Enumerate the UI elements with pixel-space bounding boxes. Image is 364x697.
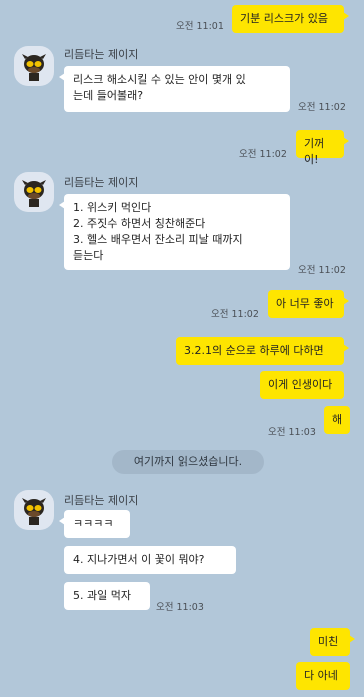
sender-avatar[interactable] bbox=[14, 490, 54, 530]
timestamp: 오전 11:02 bbox=[298, 102, 346, 113]
my-message-bubble[interactable]: 3.2.1의 순으로 하루에 다하면 bbox=[176, 337, 349, 365]
other-message-bubble[interactable]: 리스크 해소시킬 수 있는 안이 몇개 있 는데 들어볼래? bbox=[59, 66, 290, 112]
dog-character-avatar-icon bbox=[22, 180, 46, 207]
timestamp: 오전 11:03 bbox=[156, 602, 204, 613]
sender-avatar[interactable] bbox=[14, 172, 54, 212]
my-message-bubble[interactable]: 아 너무 좋아 bbox=[268, 290, 349, 318]
sender-avatar[interactable] bbox=[14, 46, 54, 86]
my-message-bubble[interactable]: 다 아네 bbox=[296, 662, 350, 690]
my-message-bubble[interactable]: 기꺼이! bbox=[296, 130, 349, 166]
sender-name: 리듬타는 제이지 bbox=[64, 48, 139, 61]
my-message-bubble[interactable]: 해 bbox=[324, 406, 350, 434]
timestamp: 오전 11:02 bbox=[211, 309, 259, 320]
sender-name: 리듬타는 제이지 bbox=[64, 494, 139, 507]
timestamp: 오전 11:03 bbox=[268, 427, 316, 438]
read-divider: 여기까지 읽으셨습니다. bbox=[112, 450, 264, 474]
other-message-bubble[interactable]: 5. 과일 먹자 bbox=[64, 582, 150, 610]
timestamp: 오전 11:02 bbox=[239, 149, 287, 160]
sender-name: 리듬타는 제이지 bbox=[64, 176, 139, 189]
dog-character-avatar-icon bbox=[22, 54, 46, 81]
other-message-bubble[interactable]: 1. 위스키 먹인다 2. 주짓수 하면서 칭찬해준다 3. 헬스 배우면서 잔… bbox=[59, 194, 290, 270]
dog-character-avatar-icon bbox=[22, 498, 46, 525]
my-message-bubble[interactable]: 기분 리스크가 있음 bbox=[232, 5, 349, 33]
other-message-bubble[interactable]: 4. 지나가면서 이 꽃이 뭐야? bbox=[64, 546, 236, 574]
other-message-bubble[interactable]: ㅋㅋㅋㅋ bbox=[59, 510, 130, 538]
timestamp: 오전 11:01 bbox=[176, 21, 224, 32]
my-message-bubble[interactable]: 이게 인생이다 bbox=[260, 371, 344, 399]
timestamp: 오전 11:02 bbox=[298, 265, 346, 276]
my-message-bubble[interactable]: 미친 bbox=[310, 628, 355, 656]
